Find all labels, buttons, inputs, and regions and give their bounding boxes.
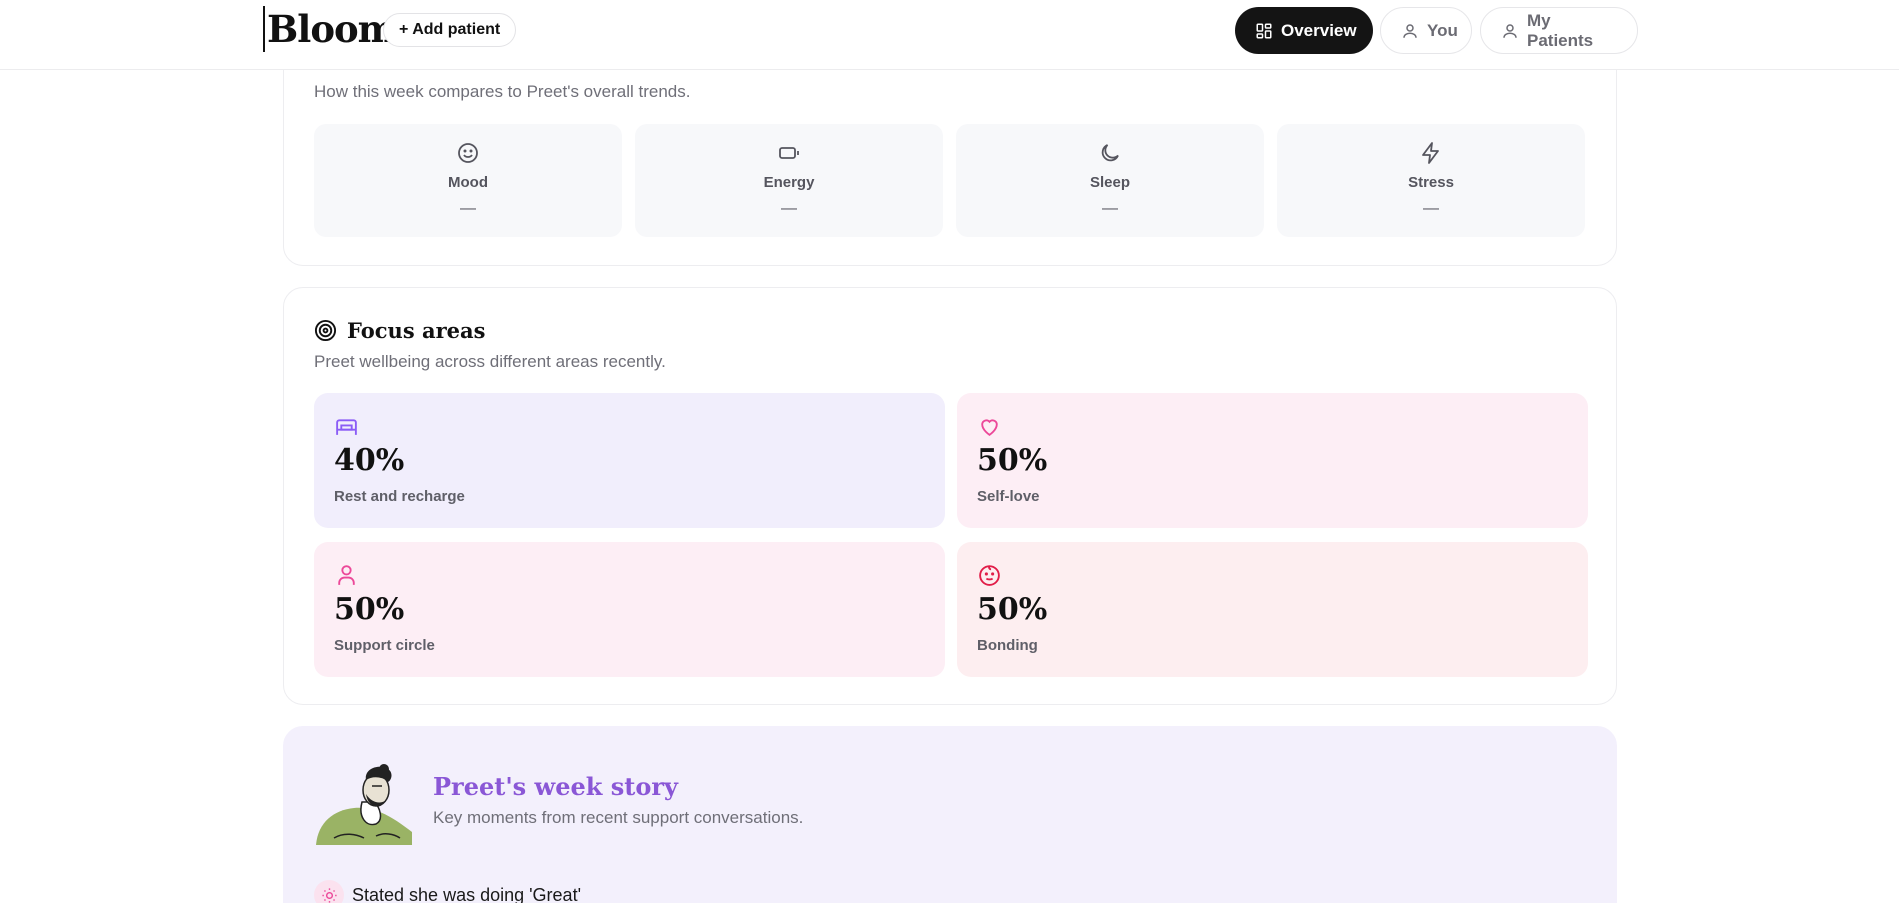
focus-label: Self-love — [977, 488, 1040, 505]
focus-percentage: 40% — [334, 443, 405, 478]
metric-value: — — [1423, 200, 1439, 217]
nav-my-patients-label: My Patients — [1527, 10, 1594, 50]
metric-stress: Stress — — [1277, 124, 1585, 237]
week-story-subtitle: Key moments from recent support conversa… — [433, 808, 804, 827]
metric-mood: Mood — — [314, 124, 622, 237]
target-icon — [314, 319, 337, 342]
story-moment: Stated she was doing 'Great' — [314, 880, 581, 903]
add-patient-button[interactable]: + Add patient — [383, 13, 517, 47]
battery-icon — [779, 147, 799, 159]
nav-you-label: You — [1427, 20, 1458, 40]
nav-overview-label: Overview — [1281, 20, 1357, 40]
focus-percentage: 50% — [977, 443, 1048, 478]
focus-label: Support circle — [334, 637, 435, 654]
focus-item-support-circle: 50% Support circle — [314, 542, 945, 677]
metric-energy: Energy — — [635, 124, 943, 237]
weekly-subtitle: How this week compares to Preet's overal… — [314, 82, 691, 101]
nav-you-button[interactable]: You — [1380, 7, 1472, 54]
focus-areas-header: Focus areas — [314, 318, 485, 343]
smile-icon — [458, 143, 478, 163]
metric-value: — — [1102, 200, 1118, 217]
metric-sleep: Sleep — — [956, 124, 1264, 237]
moon-icon — [1101, 144, 1119, 162]
focus-label: Rest and recharge — [334, 488, 465, 505]
heart-icon — [981, 419, 998, 436]
focus-areas-title: Focus areas — [347, 318, 486, 343]
metric-label: Energy — [763, 174, 815, 191]
user-icon — [1403, 23, 1417, 38]
lightning-icon — [1422, 142, 1439, 164]
week-story-title: Preet's week story — [433, 772, 678, 801]
moment-icon-badge — [314, 880, 344, 903]
focus-percentage: 50% — [334, 592, 405, 627]
week-story-card: Preet's week story Key moments from rece… — [283, 726, 1617, 903]
focus-item-bonding: 50% Bonding — [957, 542, 1588, 677]
person-illustration — [316, 764, 412, 845]
metric-label: Sleep — [1089, 174, 1131, 191]
metric-value: — — [781, 200, 797, 217]
nav-overview-button[interactable]: Overview — [1235, 7, 1373, 54]
focus-item-self-love: 50% Self-love — [957, 393, 1588, 528]
app-logo[interactable]: Bloom — [263, 6, 397, 52]
moment-text: Stated she was doing 'Great' — [352, 884, 582, 903]
metric-label: Mood — [448, 174, 488, 191]
metric-label: Stress — [1408, 174, 1454, 191]
grid-icon — [1256, 23, 1272, 38]
user-icon — [1503, 23, 1517, 38]
person-icon — [338, 565, 355, 585]
bed-icon — [336, 419, 357, 435]
focus-item-rest: 40% Rest and recharge — [314, 393, 945, 528]
focus-areas-card: Focus areas Preet wellbeing across diffe… — [283, 287, 1617, 705]
baby-icon — [979, 565, 1000, 586]
nav-my-patients-button[interactable]: My Patients — [1480, 7, 1638, 54]
top-navigation-bar: Bloom + Add patient Overview You My Pati… — [0, 0, 1899, 70]
focus-label: Bonding — [977, 637, 1038, 654]
metric-value: — — [460, 200, 476, 217]
focus-areas-subtitle: Preet wellbeing across different areas r… — [314, 352, 666, 371]
focus-percentage: 50% — [977, 592, 1048, 627]
sun-icon — [321, 887, 337, 903]
